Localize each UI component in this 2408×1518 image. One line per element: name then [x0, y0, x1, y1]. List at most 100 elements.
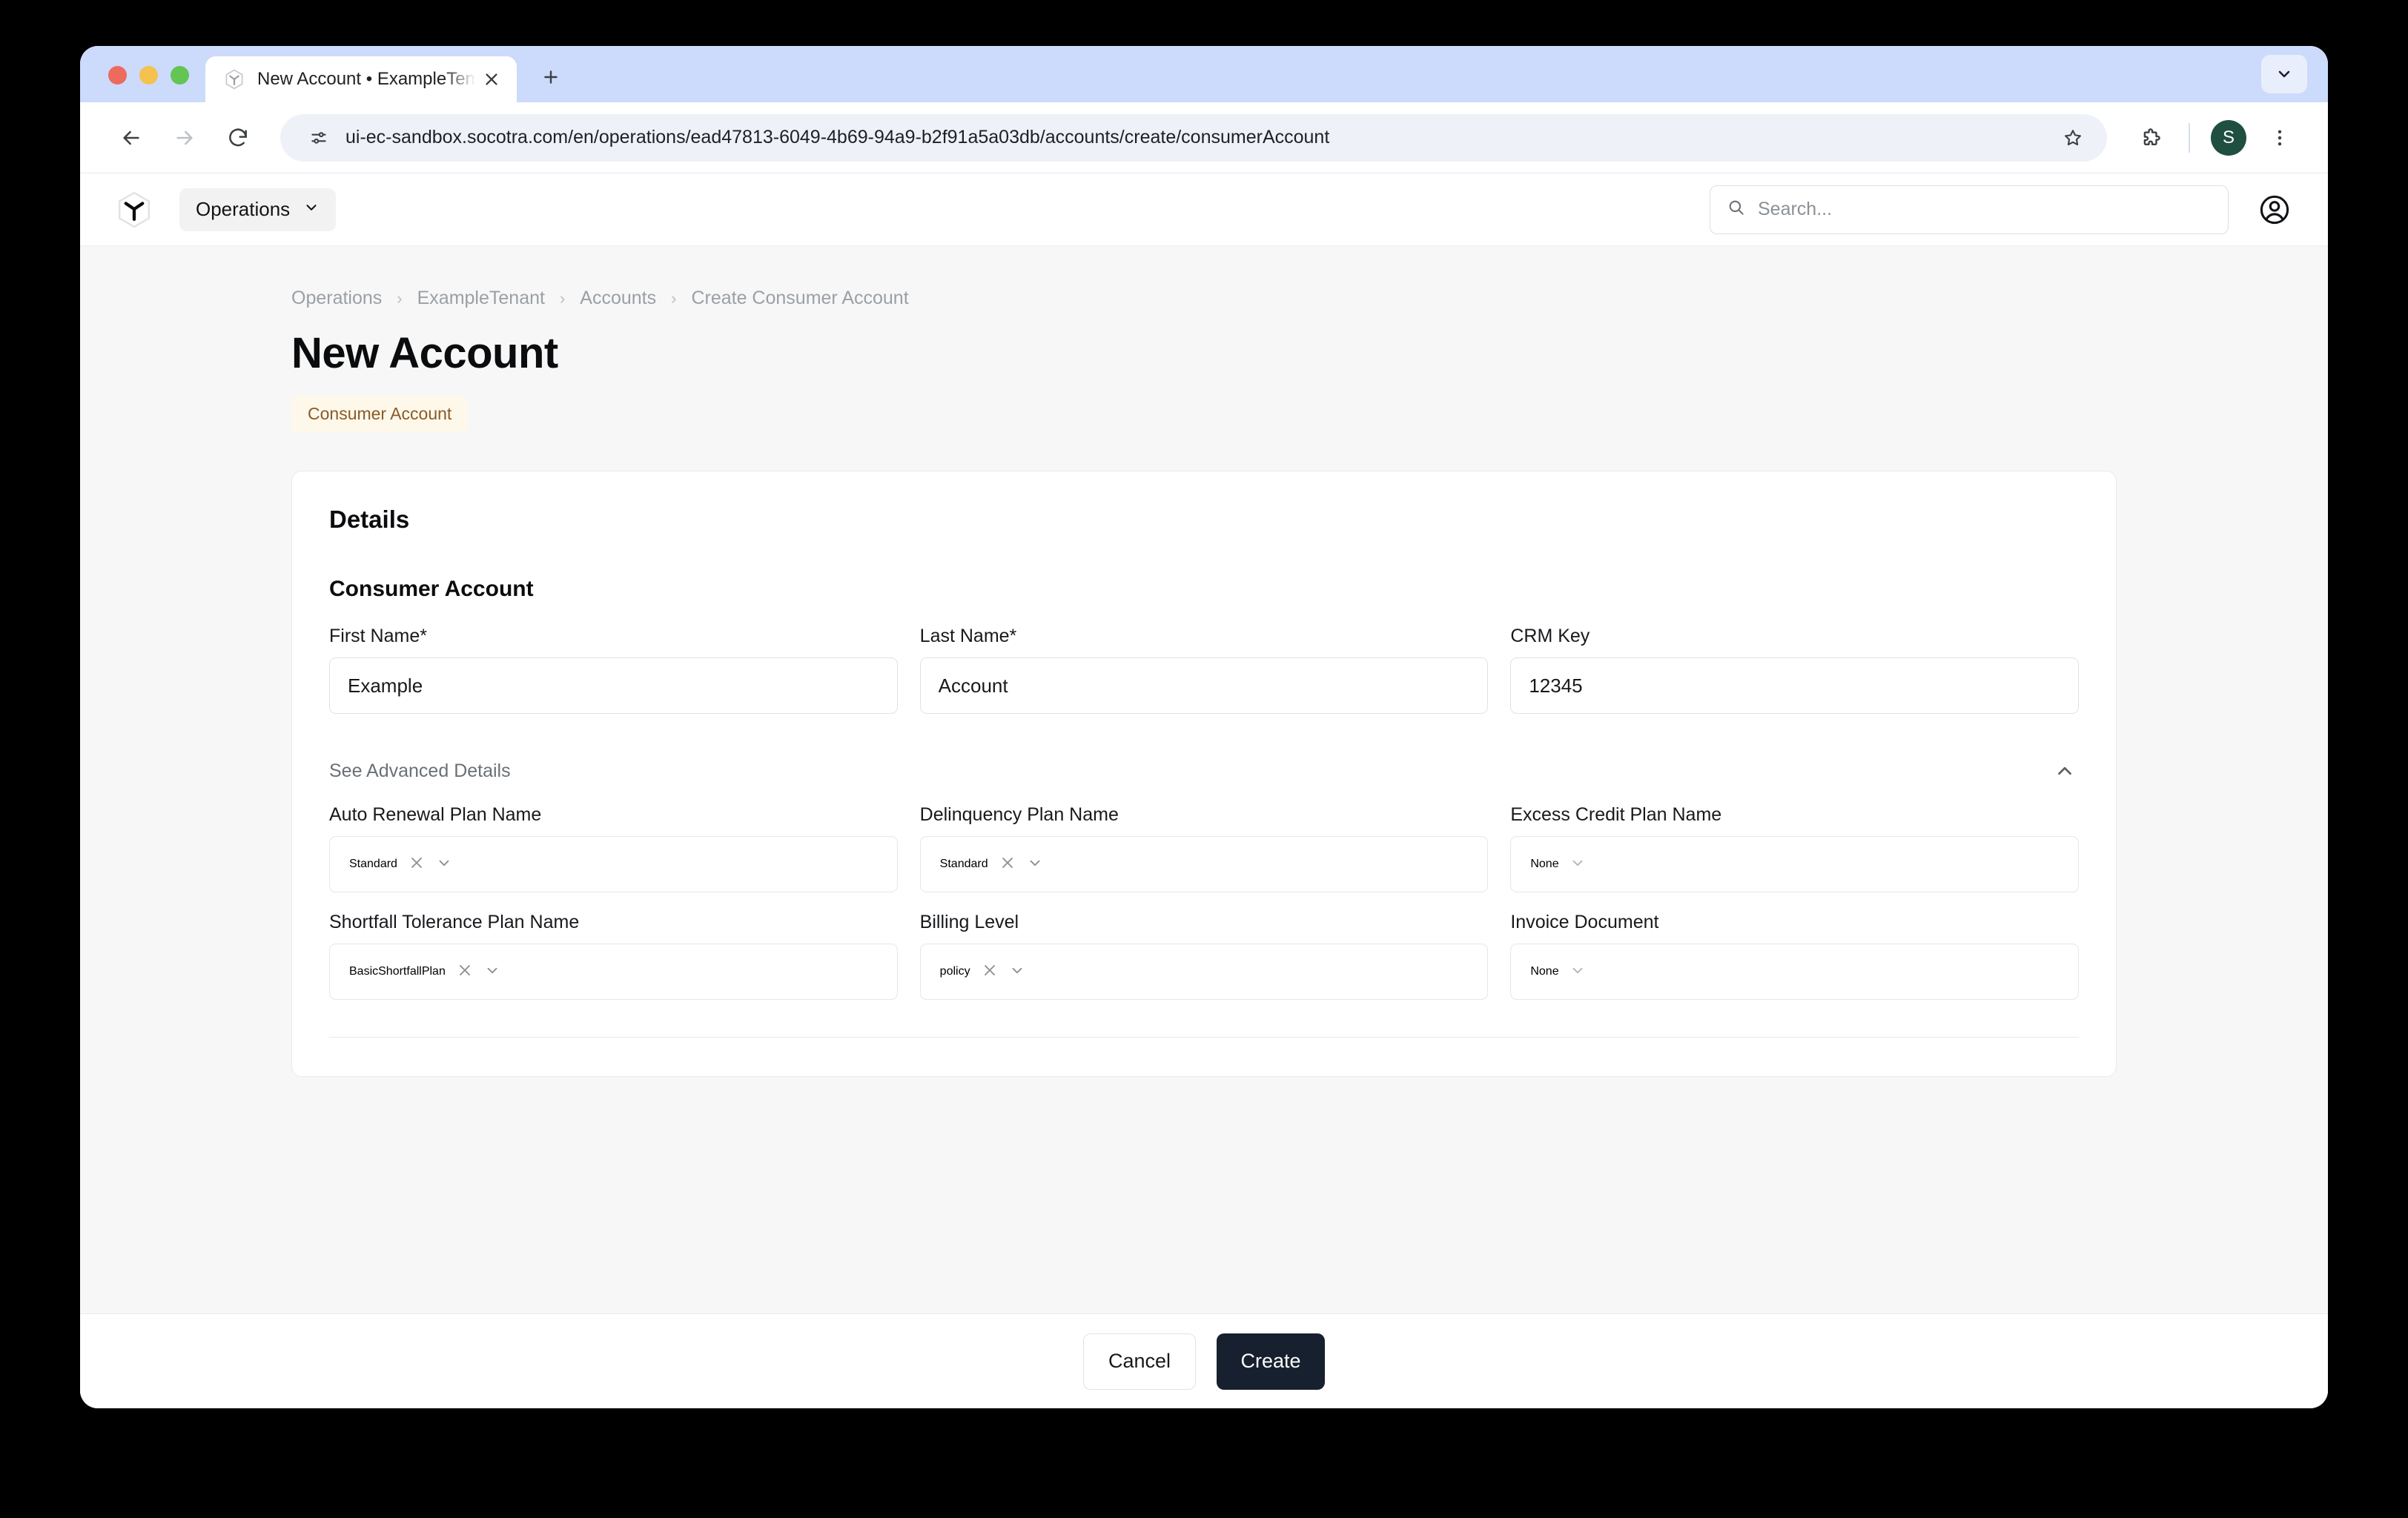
auto-renewal-plan-name-select[interactable]: Standard	[329, 836, 898, 892]
breadcrumb-item-operations[interactable]: Operations	[291, 288, 382, 309]
browser-toolbar: ui-ec-sandbox.socotra.com/en/operations/…	[80, 102, 2328, 173]
field-label: Shortfall Tolerance Plan Name	[329, 912, 580, 932]
details-card: Details Consumer Account First Name* Exa…	[291, 471, 2117, 1077]
field-excess-credit-plan-name: Excess Credit Plan Name None	[1510, 804, 2080, 892]
arrow-right-icon	[160, 113, 209, 162]
field-value: Standard	[939, 858, 988, 870]
field-label: Excess Credit Plan Name	[1510, 804, 1722, 825]
socotra-hexagon-icon[interactable]	[113, 188, 156, 231]
chevron-down-icon[interactable]	[1570, 962, 1586, 982]
shortfall-tolerance-plan-name-select[interactable]: BasicShortfallPlan	[329, 944, 898, 1000]
operations-switcher-label: Operations	[196, 198, 291, 220]
advanced-fields: Auto Renewal Plan Name Standard Delinque…	[329, 804, 2080, 1000]
socotra-hexagon-icon	[222, 67, 247, 92]
operations-switcher[interactable]: Operations	[179, 188, 337, 231]
tab-search-button[interactable]	[2261, 55, 2307, 93]
clear-x-icon[interactable]	[408, 854, 426, 875]
window-traffic-lights	[80, 66, 205, 102]
kebab-menu-icon[interactable]	[2257, 115, 2303, 161]
clear-x-icon[interactable]	[981, 961, 999, 983]
chevron-down-icon[interactable]	[1570, 855, 1586, 875]
breadcrumb-separator-icon: ›	[397, 288, 403, 308]
toolbar-divider	[2189, 122, 2190, 153]
search-icon	[1727, 198, 1746, 221]
basic-fields-row: First Name* Example Last Name* Account C…	[329, 626, 2080, 714]
breadcrumb-item-create-consumer-account: Create Consumer Account	[691, 288, 909, 308]
advanced-details-toggle-label: See Advanced Details	[329, 760, 511, 781]
maximize-window-button[interactable]	[171, 66, 189, 84]
site-settings-icon[interactable]	[302, 122, 335, 154]
puzzle-icon[interactable]	[2128, 115, 2174, 161]
field-delinquency-plan-name: Delinquency Plan Name Standard	[919, 804, 1489, 892]
advanced-details-toggle[interactable]: See Advanced Details	[329, 757, 2079, 785]
field-label: Invoice Document	[1510, 912, 1659, 932]
field-invoice-document: Invoice Document None	[1510, 912, 2080, 1000]
card-divider	[329, 1037, 2079, 1038]
billing-level-select[interactable]: policy	[919, 944, 1489, 1000]
card-title: Details	[329, 506, 410, 533]
page-body: Operations › ExampleTenant › Accounts › …	[80, 246, 2328, 1313]
form-action-bar: Cancel Create	[80, 1313, 2328, 1408]
page-title: New Account	[291, 329, 558, 377]
field-auto-renewal-plan-name: Auto Renewal Plan Name Standard	[329, 804, 898, 892]
field-label: CRM Key	[1510, 626, 1590, 646]
content-inner: Operations › ExampleTenant › Accounts › …	[80, 246, 2328, 1077]
field-label: Auto Renewal Plan Name	[329, 804, 542, 825]
cancel-button[interactable]: Cancel	[1083, 1333, 1196, 1390]
field-crm-key: CRM Key 12345	[1510, 626, 2080, 714]
arrow-left-icon[interactable]	[107, 113, 156, 162]
profile-avatar[interactable]: S	[2211, 119, 2246, 156]
field-value: Example	[348, 674, 423, 697]
field-value: Account	[938, 674, 1008, 697]
create-button[interactable]: Create	[1217, 1333, 1325, 1390]
close-icon[interactable]	[478, 66, 505, 93]
field-value: 12345	[1529, 674, 1583, 697]
reload-icon[interactable]	[214, 113, 262, 162]
invoice-document-select[interactable]: None	[1510, 944, 2080, 1000]
breadcrumb-item-accounts[interactable]: Accounts	[580, 288, 656, 309]
application-viewport: Operations Search... Operations › Exampl…	[80, 173, 2328, 1408]
field-label: First Name*	[329, 626, 427, 646]
field-first-name: First Name* Example	[329, 626, 898, 714]
chevron-down-icon	[303, 199, 320, 219]
crm-key-input[interactable]: 12345	[1510, 657, 2080, 714]
breadcrumb-separator-icon: ›	[671, 288, 677, 308]
search-placeholder: Search...	[1758, 199, 1833, 219]
browser-tab-strip: New Account • ExampleTenant	[80, 46, 2328, 102]
browser-tab-title: New Account • ExampleTenant	[257, 69, 478, 89]
url-text: ui-ec-sandbox.socotra.com/en/operations/…	[345, 127, 1330, 148]
breadcrumb: Operations › ExampleTenant › Accounts › …	[291, 288, 2328, 309]
chevron-up-icon[interactable]	[2051, 757, 2079, 785]
chevron-down-icon[interactable]	[1027, 855, 1043, 875]
new-tab-button[interactable]	[530, 56, 572, 98]
browser-window: New Account • ExampleTenant ui-ec-sandbo…	[80, 46, 2328, 1408]
last-name-input[interactable]: Account	[919, 657, 1489, 714]
chevron-down-icon[interactable]	[1009, 962, 1025, 982]
field-shortfall-tolerance-plan-name: Shortfall Tolerance Plan Name BasicShort…	[329, 912, 898, 1000]
browser-tab[interactable]: New Account • ExampleTenant	[205, 56, 517, 102]
address-bar[interactable]: ui-ec-sandbox.socotra.com/en/operations/…	[280, 113, 2107, 162]
search-input[interactable]: Search...	[1710, 185, 2229, 234]
field-value: None	[1530, 965, 1559, 978]
user-circle-icon[interactable]	[2255, 190, 2294, 229]
field-billing-level: Billing Level policy	[919, 912, 1489, 1000]
excess-credit-plan-name-select[interactable]: None	[1510, 836, 2080, 892]
delinquency-plan-name-select[interactable]: Standard	[919, 836, 1489, 892]
breadcrumb-item-exampletenant[interactable]: ExampleTenant	[417, 288, 545, 309]
clear-x-icon[interactable]	[456, 961, 474, 983]
section-title-consumer-account: Consumer Account	[329, 577, 534, 601]
field-value: None	[1530, 858, 1559, 870]
star-icon[interactable]	[2054, 119, 2092, 157]
field-label: Billing Level	[919, 912, 1019, 932]
field-value: BasicShortfallPlan	[349, 965, 446, 978]
field-value: policy	[939, 965, 970, 978]
clear-x-icon[interactable]	[999, 854, 1016, 875]
field-value: Standard	[349, 858, 397, 870]
field-last-name: Last Name* Account	[919, 626, 1489, 714]
chevron-down-icon[interactable]	[484, 962, 500, 982]
minimize-window-button[interactable]	[139, 66, 158, 84]
close-window-button[interactable]	[108, 66, 127, 84]
chevron-down-icon[interactable]	[436, 855, 452, 875]
first-name-input[interactable]: Example	[329, 657, 898, 714]
status-badge: Consumer Account	[291, 396, 469, 432]
